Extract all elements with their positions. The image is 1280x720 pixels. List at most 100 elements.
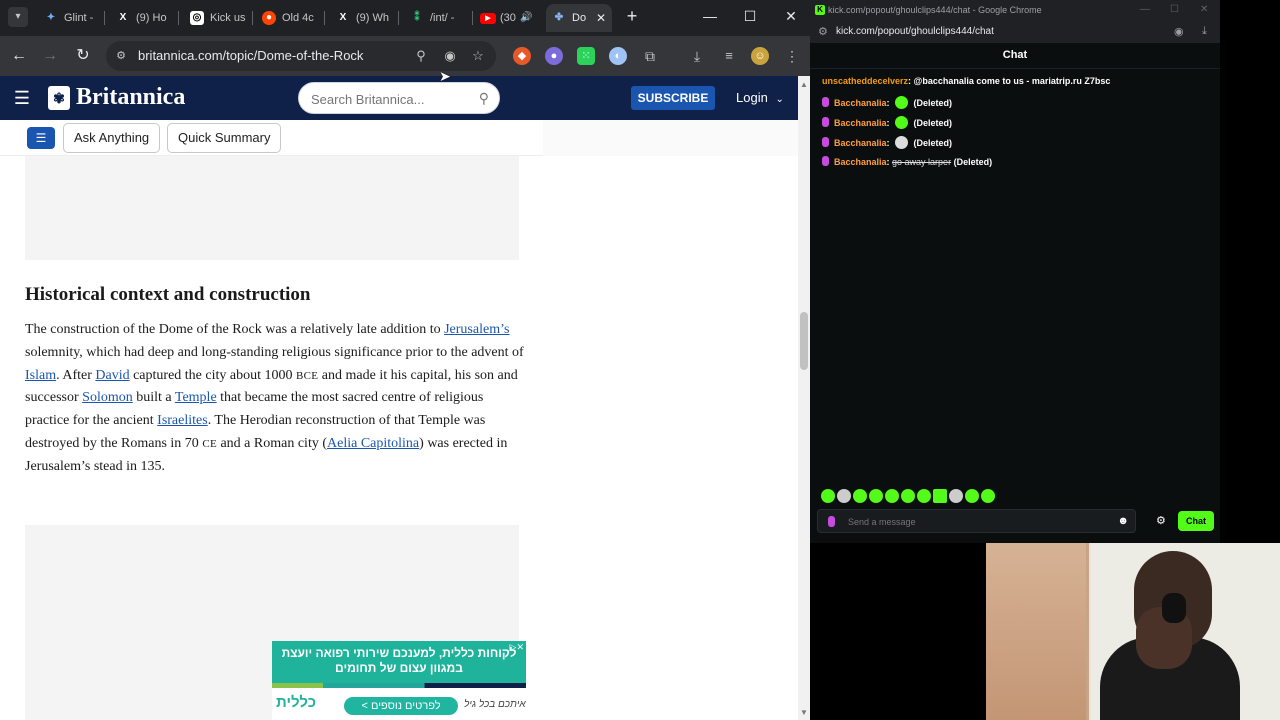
media-control-icon[interactable]: ≡	[720, 47, 738, 65]
tab-glint[interactable]: ✦ Glint -	[38, 4, 100, 32]
article-link[interactable]: David	[95, 368, 129, 383]
article-link[interactable]: Temple	[175, 390, 217, 405]
article-link[interactable]: Aelia Capitolina	[327, 436, 419, 451]
extension-fox-icon[interactable]: ◆	[513, 47, 531, 65]
banner-ad[interactable]: לקוחות כללית, למענכם שירותי רפואה יועצת …	[272, 641, 526, 720]
window-title-bar: K kick.com/popout/ghoulclips444/chat - G…	[810, 0, 1220, 21]
chat-username[interactable]: Bacchanalia	[834, 138, 887, 148]
extensions-puzzle-icon[interactable]: ⧉	[641, 47, 659, 65]
emote-icon[interactable]	[981, 489, 995, 503]
ask-anything-button[interactable]: Ask Anything	[63, 123, 161, 153]
search-input[interactable]	[311, 90, 471, 108]
chat-message-input[interactable]	[848, 514, 1108, 529]
scroll-down-icon[interactable]: ▼	[799, 708, 809, 717]
address-bar[interactable]: ⚙ britannica.com/topic/Dome-of-the-Rock …	[106, 41, 496, 71]
table-of-contents-icon[interactable]: ☰	[27, 127, 55, 149]
ad-headline[interactable]: לקוחות כללית, למענכם שירותי רפואה יועצת …	[272, 641, 526, 683]
britannica-thistle-icon[interactable]: ✾	[48, 86, 70, 110]
tab-x-2[interactable]: X (9) Wh	[330, 4, 394, 32]
emote-icon[interactable]	[949, 489, 963, 503]
face-emote-icon	[895, 136, 909, 149]
tab-label: Do	[572, 12, 587, 24]
send-chat-button[interactable]: Chat	[1178, 511, 1214, 531]
youtube-icon: ▶	[480, 13, 496, 24]
eye-off-icon[interactable]: ◉	[1174, 25, 1184, 38]
tab-bar: ▾ ✦ Glint - X (9) Ho ◎ Kick us ● Old 4c	[0, 0, 810, 36]
site-info-icon[interactable]: ⚙	[114, 49, 128, 63]
article-link[interactable]: Israelites	[157, 413, 208, 428]
emote-icon[interactable]	[837, 489, 851, 503]
right-rail-header	[543, 120, 798, 156]
emote-icon[interactable]	[965, 489, 979, 503]
emote-icon[interactable]	[917, 489, 931, 503]
extension-ghost-icon[interactable]: ●	[545, 47, 563, 65]
maximize-icon[interactable]: ☐	[1170, 4, 1179, 15]
tab-reddit[interactable]: ● Old 4c	[256, 4, 320, 32]
chat-message: unscatheddecelverz: @bacchanalia come to…	[822, 76, 1111, 86]
maximize-icon[interactable]: ☐	[740, 8, 760, 25]
forward-icon[interactable]: →	[40, 46, 60, 66]
extension-dice-icon[interactable]: ⁙	[577, 47, 595, 65]
download-icon[interactable]: ⤓	[688, 47, 706, 65]
scroll-up-icon[interactable]: ▲	[799, 80, 809, 89]
bookmark-star-icon[interactable]: ☆	[470, 48, 486, 64]
scroll-thumb[interactable]	[800, 312, 808, 370]
url-text[interactable]: britannica.com/topic/Dome-of-the-Rock	[138, 48, 363, 63]
tab-youtube[interactable]: ▶ (30 🔊	[474, 4, 542, 32]
tab-kick[interactable]: ◎ Kick us	[184, 4, 248, 32]
tab-search-icon[interactable]: ▾	[8, 7, 28, 27]
minimize-icon[interactable]: —	[1140, 4, 1150, 15]
new-tab-button[interactable]: +	[622, 6, 642, 27]
menu-kebab-icon[interactable]: ⋮	[783, 47, 801, 65]
tab-x-1[interactable]: X (9) Ho	[110, 4, 174, 32]
article-link[interactable]: Islam	[25, 368, 56, 383]
back-icon[interactable]: ←	[9, 46, 29, 66]
reload-icon[interactable]: ↻	[73, 46, 93, 66]
emote-icon[interactable]	[821, 489, 835, 503]
chat-username[interactable]: Bacchanalia	[834, 98, 887, 108]
article-text: The construction of the Dome of the Rock…	[25, 322, 445, 337]
download-icon[interactable]: ⤓	[1202, 25, 1207, 38]
search-icon[interactable]: ⚲	[479, 90, 489, 107]
emoji-picker-icon[interactable]: ☻	[1117, 515, 1129, 527]
site-info-icon[interactable]: ⚙	[818, 25, 828, 38]
popup-url-text[interactable]: kick.com/popout/ghoulclips444/chat	[836, 26, 994, 37]
chat-input-box[interactable]: ☻	[817, 509, 1136, 533]
ad-close-icon[interactable]: ▷✕	[510, 642, 524, 653]
emote-icon[interactable]	[885, 489, 899, 503]
page-scrollbar[interactable]: ▲ ▼	[798, 76, 810, 720]
zoom-icon[interactable]: ⚲	[413, 48, 429, 64]
menu-hamburger-icon[interactable]: ☰	[12, 88, 32, 108]
search-box[interactable]: ⚲	[298, 82, 500, 114]
tab-britannica[interactable]: ✤ Do ✕	[546, 4, 612, 32]
eye-off-icon[interactable]: ◉	[442, 48, 458, 64]
chat-settings-gear-icon[interactable]: ⚙	[1156, 514, 1166, 527]
chat-username[interactable]: Bacchanalia	[834, 118, 887, 128]
britannica-header: ☰ ✾ Britannica ⚲ SUBSCRIBE Login ⌄	[0, 76, 798, 120]
article-link[interactable]: Jerusalem’s	[444, 322, 509, 337]
britannica-logo[interactable]: Britannica	[76, 84, 185, 111]
minimize-icon[interactable]: —	[700, 8, 720, 24]
emote-icon[interactable]	[933, 489, 947, 503]
extension-globe-icon[interactable]: ◐	[609, 47, 627, 65]
tab-label: (9) Wh	[356, 12, 389, 24]
emote-icon[interactable]	[901, 489, 915, 503]
close-window-icon[interactable]: ✕	[781, 8, 801, 25]
login-button[interactable]: Login ⌄	[736, 90, 784, 105]
close-tab-icon[interactable]: ✕	[596, 4, 606, 32]
kick-icon: ◎	[190, 11, 204, 25]
ad-logo[interactable]: כללית	[276, 694, 316, 711]
browser-toolbar: ← → ↻ ⚙ britannica.com/topic/Dome-of-the…	[0, 36, 810, 76]
chat-username[interactable]: unscatheddecelverz	[822, 76, 908, 86]
chat-username[interactable]: Bacchanalia	[834, 157, 887, 167]
tab-divider	[252, 11, 253, 25]
emote-icon[interactable]	[853, 489, 867, 503]
profile-avatar-icon[interactable]: ☺	[751, 47, 769, 65]
article-link[interactable]: Solomon	[82, 390, 133, 405]
tab-4chan[interactable]: ⁑ /int/ -	[404, 4, 468, 32]
quick-summary-button[interactable]: Quick Summary	[167, 123, 282, 153]
subscribe-button[interactable]: SUBSCRIBE	[631, 86, 715, 110]
emote-icon[interactable]	[869, 489, 883, 503]
ad-cta-button[interactable]: לפרטים נוספים >	[344, 697, 458, 715]
close-window-icon[interactable]: ✕	[1200, 4, 1208, 15]
